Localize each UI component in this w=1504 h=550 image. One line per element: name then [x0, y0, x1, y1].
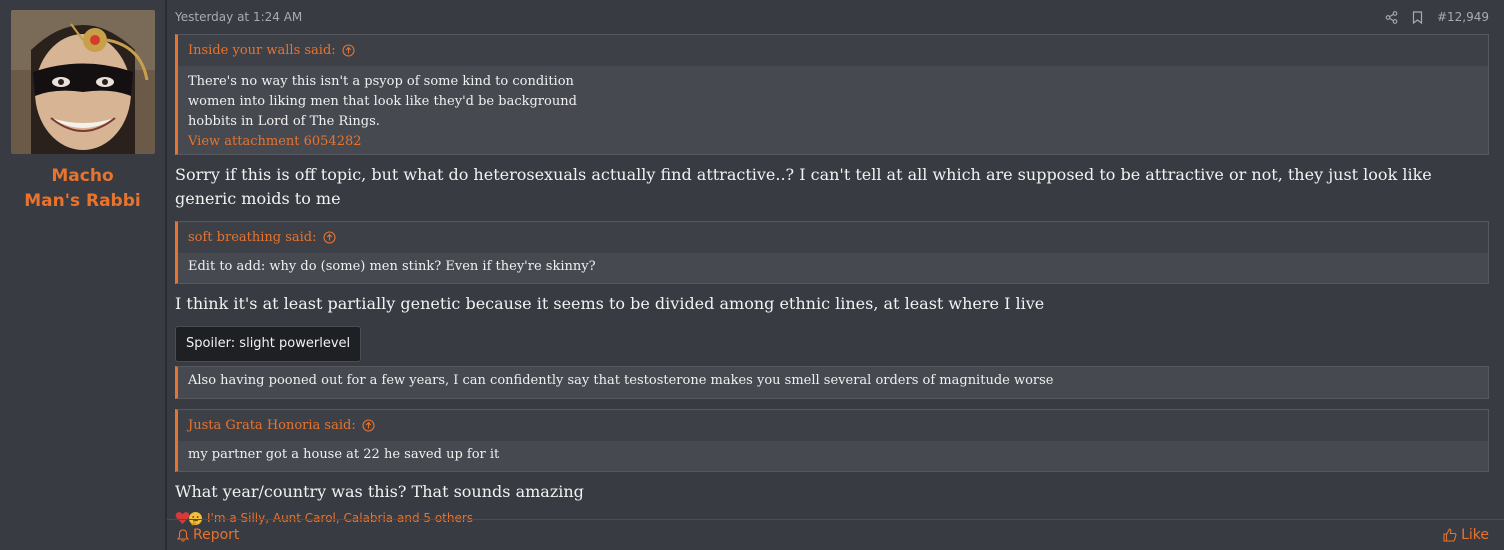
quote-header[interactable]: Justa Grata Honoria said:	[178, 410, 1488, 441]
quote-author[interactable]: Inside your walls said:	[188, 43, 336, 58]
like-label: Like	[1461, 527, 1489, 543]
arrow-up-circle-icon[interactable]	[362, 419, 375, 432]
quote-line: hobbits in Lord of The Rings.	[188, 114, 380, 129]
quote-body: There's no way this isn't a psyop of som…	[178, 66, 1488, 154]
bookmark-icon[interactable]	[1412, 10, 1423, 24]
arrow-up-circle-icon[interactable]	[342, 44, 355, 57]
quote-body: Also having pooned out for a few years, …	[178, 367, 1488, 398]
thumbs-up-icon	[1443, 528, 1457, 542]
post-header: Yesterday at 1:24 AM #12,949	[167, 0, 1504, 34]
quote-body: Edit to add: why do (some) men stink? Ev…	[178, 253, 1488, 283]
quote-body: my partner got a house at 22 he saved up…	[178, 441, 1488, 471]
quote-line: my partner got a house at 22 he saved up…	[188, 447, 500, 462]
quote-block: Inside your walls said: There's no way t…	[175, 34, 1489, 155]
post: Macho Man's Rabbi Yesterday at 1:24 AM #…	[0, 0, 1504, 550]
arrow-up-circle-icon[interactable]	[322, 231, 336, 244]
bell-icon	[177, 528, 189, 542]
quote-line: Edit to add: why do (some) men stink? Ev…	[188, 259, 596, 274]
spoiler-button[interactable]: Spoiler: slight powerlevel	[175, 326, 362, 362]
share-icon[interactable]	[1385, 10, 1398, 24]
quote-block: Justa Grata Honoria said: my partner got…	[175, 409, 1489, 472]
post-main: Yesterday at 1:24 AM #12,949 Inside your…	[166, 0, 1504, 550]
quote-header[interactable]: Inside your walls said:	[178, 35, 1488, 66]
quote-header[interactable]: soft breathing said:	[178, 222, 1488, 253]
username[interactable]: Macho Man's Rabbi	[23, 164, 143, 214]
quote-author[interactable]: Justa Grata Honoria said:	[188, 418, 356, 433]
post-footer: Report Like	[167, 519, 1504, 550]
post-actions: #12,949	[1385, 10, 1489, 24]
avatar-image	[10, 10, 155, 154]
post-timestamp[interactable]: Yesterday at 1:24 AM	[175, 10, 302, 24]
message-text: I think it's at least partially genetic …	[175, 294, 1045, 313]
user-column: Macho Man's Rabbi	[0, 0, 166, 550]
message-text: Sorry if this is off topic, but what do …	[175, 165, 1432, 208]
report-button[interactable]: Report	[177, 527, 239, 543]
attachment-link[interactable]: View attachment 6054282	[188, 132, 1478, 152]
quote-author[interactable]: soft breathing said:	[188, 230, 317, 245]
post-number[interactable]: #12,949	[1437, 10, 1489, 24]
quote-line: Also having pooned out for a few years, …	[188, 373, 1054, 388]
quote-block: soft breathing said: Edit to add: why do…	[175, 221, 1489, 284]
message-text: What year/country was this? That sounds …	[175, 482, 584, 501]
avatar[interactable]	[10, 10, 155, 154]
quote-block: Also having pooned out for a few years, …	[175, 366, 1489, 399]
like-button[interactable]: Like	[1443, 527, 1489, 543]
post-content: Inside your walls said: There's no way t…	[167, 34, 1504, 530]
report-label: Report	[193, 527, 240, 543]
quote-line: There's no way this isn't a psyop of som…	[188, 74, 574, 89]
quote-line: women into liking men that look like the…	[188, 94, 577, 109]
